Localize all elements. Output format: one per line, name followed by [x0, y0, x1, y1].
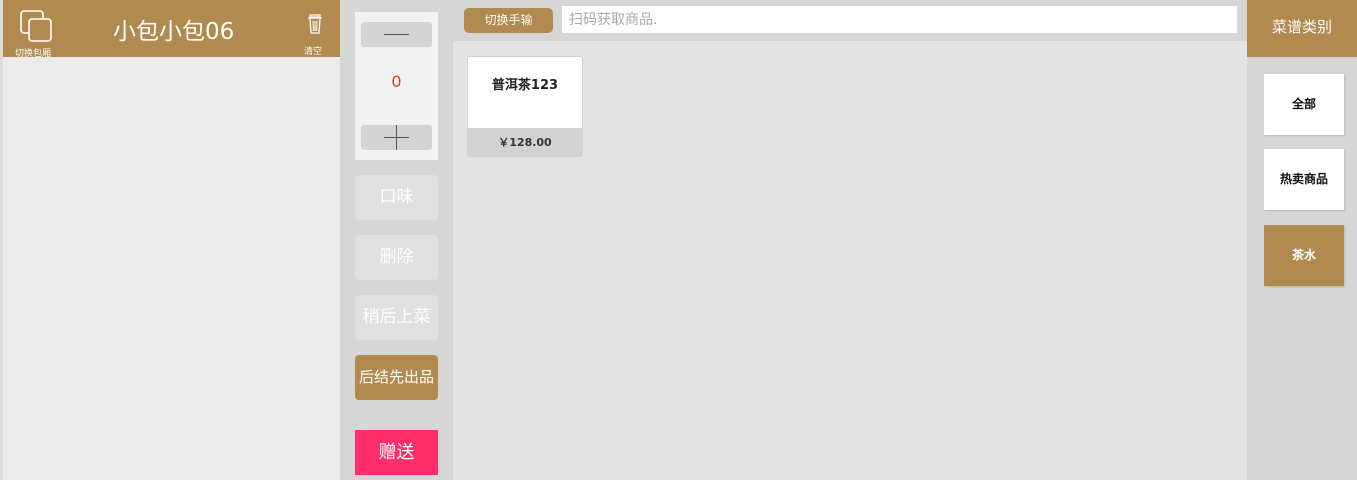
- category-column: 菜谱类别 全部 热卖商品 茶水: [1247, 0, 1357, 480]
- order-panel: 切换包厢 小包小包06 清空: [3, 0, 340, 480]
- switch-room-button[interactable]: 切换包厢: [15, 9, 59, 59]
- serve-later-button[interactable]: 稍后上菜: [355, 295, 438, 340]
- category-all[interactable]: 全部: [1264, 74, 1344, 135]
- search-bar: 切换手输: [453, 0, 1247, 41]
- quantity-stepper: 0: [355, 12, 438, 160]
- trash-icon: [308, 14, 322, 34]
- pos-screen: 切换包厢 小包小包06 清空 0 口味 删除 稍后上菜 后结先出品 赠送 切换手…: [0, 0, 1357, 480]
- product-name: 普洱茶123: [491, 78, 559, 93]
- clear-button[interactable]: 清空: [301, 14, 327, 57]
- taste-button[interactable]: 口味: [355, 175, 438, 220]
- switch-room-icon: [20, 10, 52, 42]
- quantity-value: 0: [391, 72, 402, 91]
- gift-button[interactable]: 赠送: [355, 430, 438, 475]
- clear-label: 清空: [304, 47, 323, 57]
- switch-room-label: 切换包厢: [15, 49, 52, 59]
- switch-input-button[interactable]: 切换手输: [464, 8, 553, 33]
- control-column: 0 口味 删除 稍后上菜 后结先出品 赠送: [340, 0, 453, 480]
- category-hot[interactable]: 热卖商品: [1264, 149, 1344, 210]
- product-area: 切换手输 普洱茶123 ￥128.00: [453, 0, 1247, 480]
- product-card[interactable]: 普洱茶123 ￥128.00: [467, 56, 583, 157]
- decrease-button[interactable]: [361, 22, 432, 47]
- serve-first-button[interactable]: 后结先出品: [355, 355, 438, 400]
- order-header: 切换包厢 小包小包06 清空: [3, 0, 340, 59]
- scan-input[interactable]: [562, 6, 1237, 33]
- category-title: 菜谱类别: [1247, 0, 1357, 57]
- category-tea[interactable]: 茶水: [1264, 225, 1344, 286]
- product-price: ￥128.00: [468, 128, 582, 156]
- increase-button[interactable]: [361, 125, 432, 150]
- room-name: 小包小包06: [113, 19, 235, 45]
- delete-button[interactable]: 删除: [355, 235, 438, 280]
